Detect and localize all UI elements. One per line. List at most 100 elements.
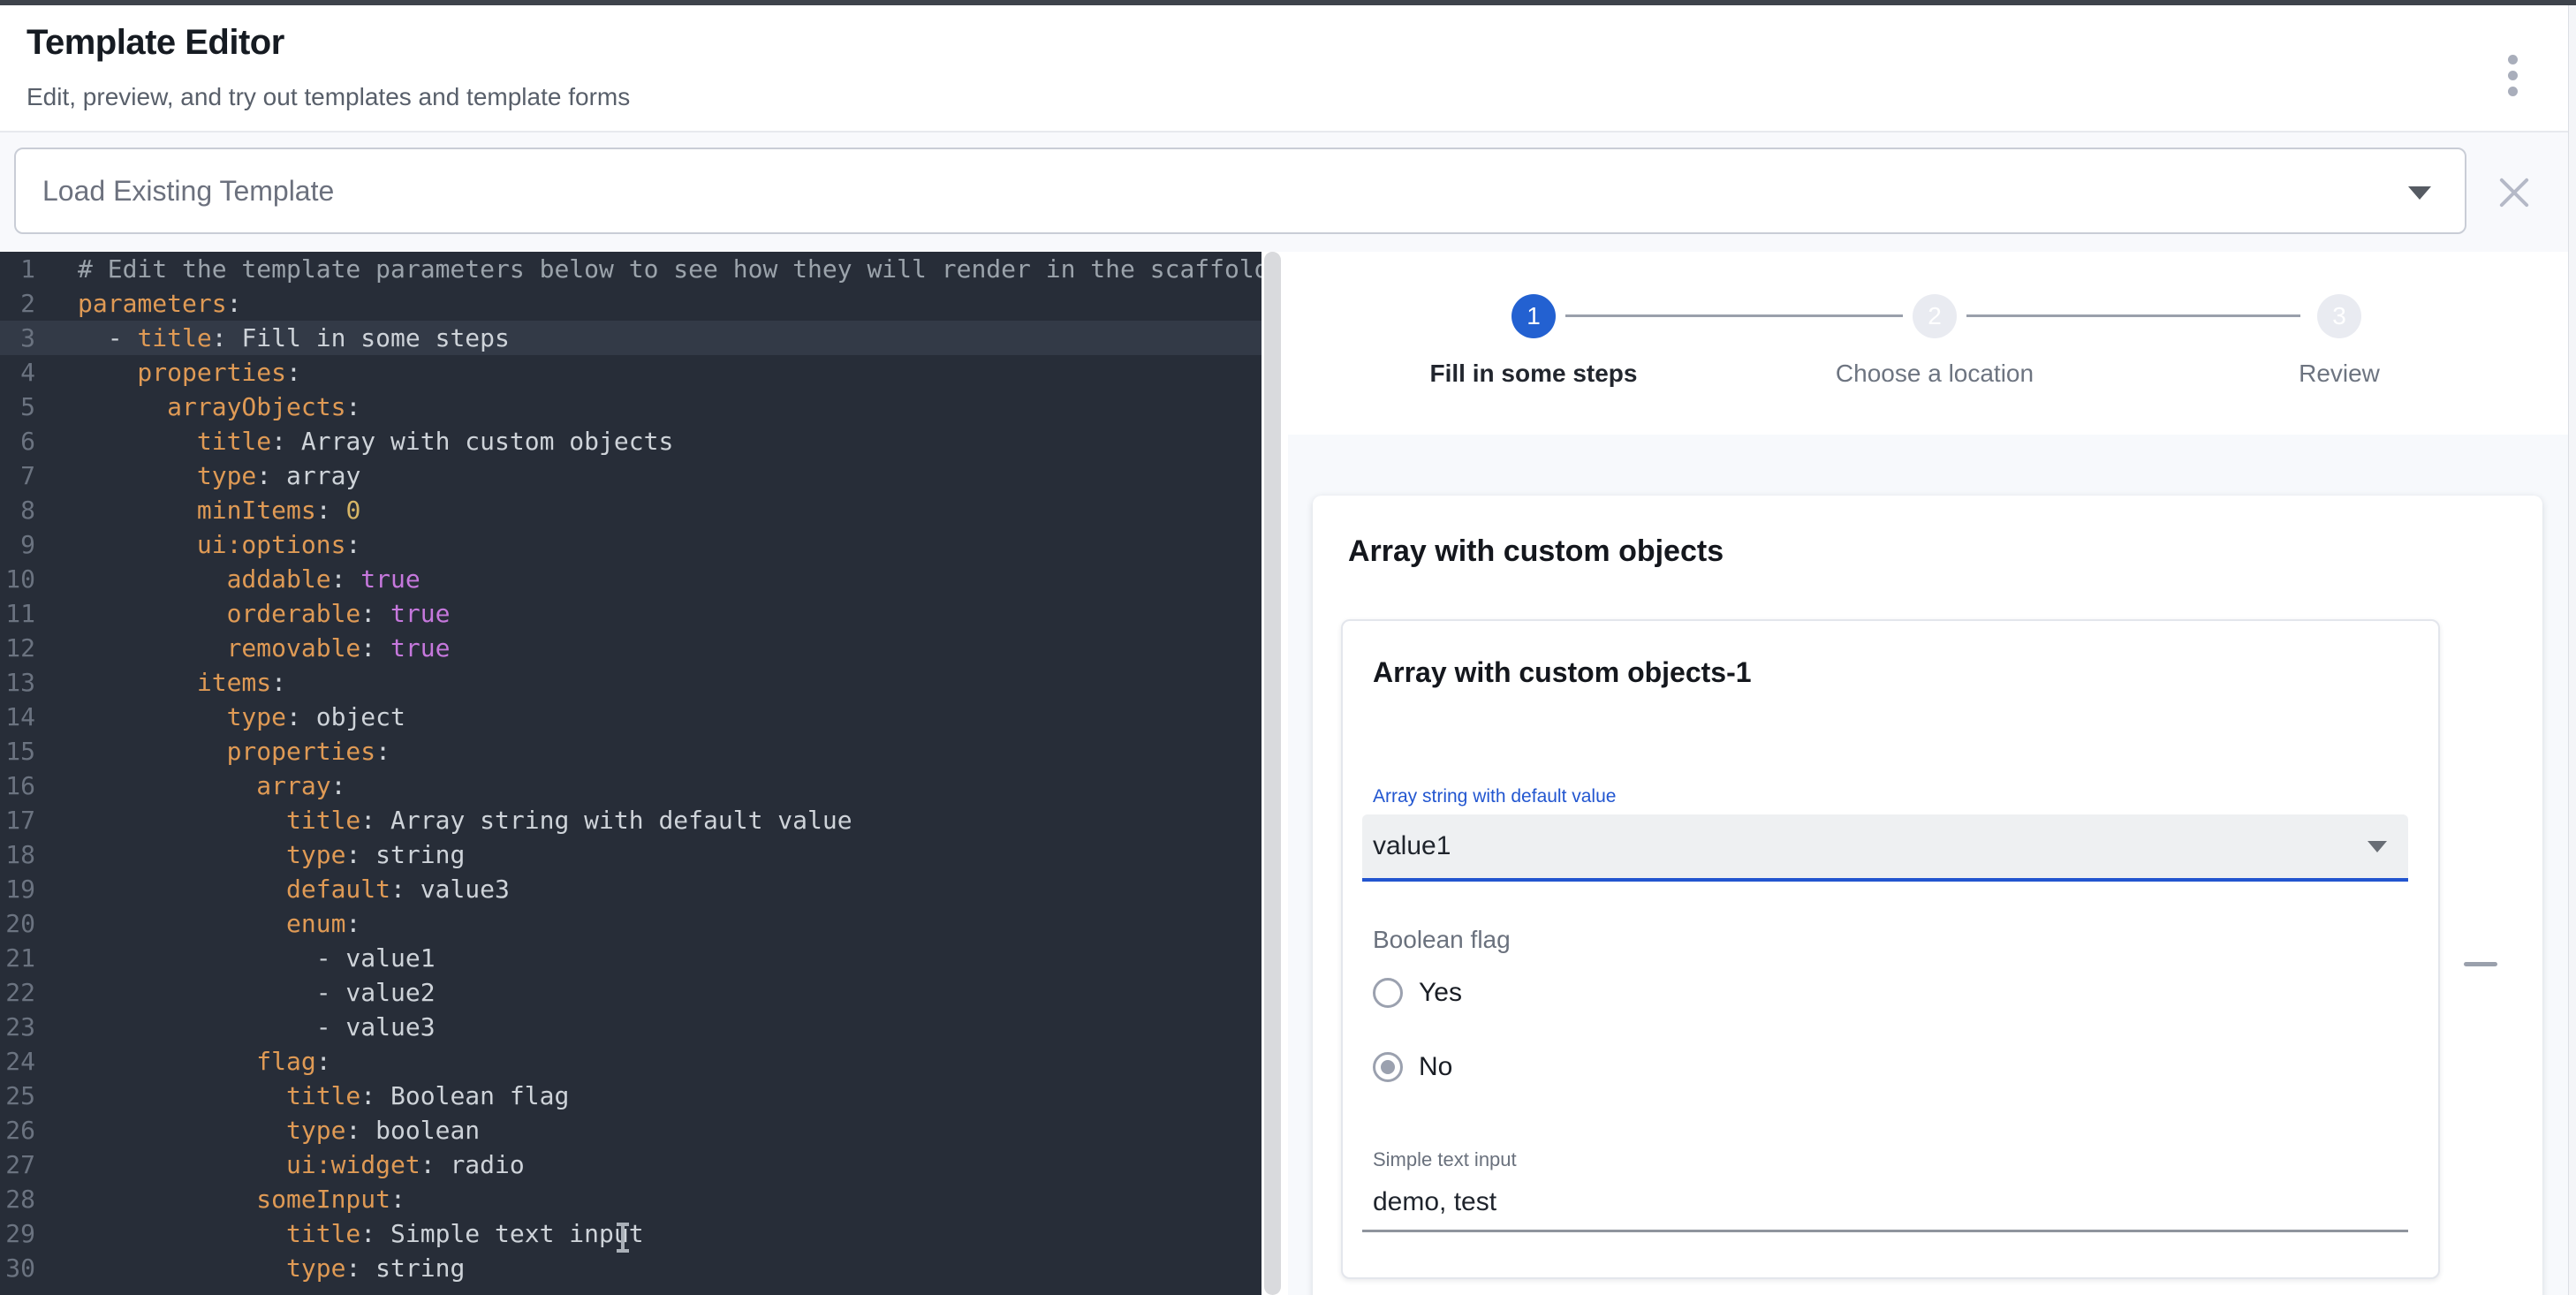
array-item-row: Array with custom objects-1 Array string… <box>1341 619 2521 1279</box>
array-string-select[interactable]: value1 <box>1362 814 2408 882</box>
line-number: 17 <box>0 803 35 837</box>
line-number: 29 <box>0 1216 35 1251</box>
form-stepper: 1Fill in some steps2Choose a location3Re… <box>1288 252 2568 435</box>
step-label-2: Choose a location <box>1758 360 2111 388</box>
step-circle-2: 2 <box>1913 294 1957 338</box>
code-line: 15 properties: <box>0 734 1261 769</box>
code-line: 30 type: string <box>0 1251 1261 1285</box>
dropdown-arrow-icon <box>2408 186 2431 200</box>
code-line: 21 - value1 <box>0 941 1261 975</box>
load-select-placeholder: Load Existing Template <box>42 175 334 208</box>
line-number: 5 <box>0 390 35 424</box>
line-number: 20 <box>0 906 35 941</box>
editor-scrollbar-thumb[interactable] <box>1264 252 1281 1295</box>
line-number: 19 <box>0 872 35 906</box>
line-number: 14 <box>0 700 35 734</box>
page-scrollbar[interactable] <box>2568 5 2576 1295</box>
line-number: 11 <box>0 596 35 631</box>
code-line: 26 type: boolean <box>0 1113 1261 1147</box>
remove-item-column <box>2440 619 2521 1279</box>
code-line: 7 type: array <box>0 458 1261 493</box>
line-number: 13 <box>0 665 35 700</box>
code-line: 9 ui:options: <box>0 527 1261 562</box>
line-number: 3 <box>0 321 35 355</box>
code-line: 6 title: Array with custom objects <box>0 424 1261 458</box>
line-number: 27 <box>0 1147 35 1182</box>
code-line: 29 title: Simple text input <box>0 1216 1261 1251</box>
load-existing-template-select[interactable]: Load Existing Template <box>14 148 2466 234</box>
code-line: 19 default: value3 <box>0 872 1261 906</box>
code-line: 17 title: Array string with default valu… <box>0 803 1261 837</box>
radio-unchecked-icon[interactable] <box>1373 978 1403 1008</box>
step-label-3: Review <box>2163 360 2516 388</box>
text-field-value[interactable]: demo, test <box>1373 1187 2408 1217</box>
line-number: 2 <box>0 286 35 321</box>
code-line: 1# Edit the template parameters below to… <box>0 252 1261 286</box>
code-line: 20 enum: <box>0 906 1261 941</box>
line-number: 28 <box>0 1182 35 1216</box>
select-field-value: value1 <box>1373 831 1451 861</box>
line-number: 8 <box>0 493 35 527</box>
line-number: 21 <box>0 941 35 975</box>
form-section-card: Array with custom objects Array with cus… <box>1313 496 2542 1295</box>
line-number: 10 <box>0 562 35 596</box>
line-number: 26 <box>0 1113 35 1147</box>
template-editor-page: Template Editor Edit, preview, and try o… <box>0 0 2576 1295</box>
line-number: 16 <box>0 769 35 803</box>
code-line: 18 type: string <box>0 837 1261 872</box>
code-line: 14 type: object <box>0 700 1261 734</box>
code-line: 2parameters: <box>0 286 1261 321</box>
chevron-down-icon <box>2368 841 2387 852</box>
line-number: 22 <box>0 975 35 1010</box>
simple-text-input-field: Simple text input demo, test <box>1362 1148 2408 1232</box>
code-line: 5 arrayObjects: <box>0 390 1261 424</box>
stepper-connector <box>1966 314 2300 317</box>
code-line: 22 - value2 <box>0 975 1261 1010</box>
code-line: 16 array: <box>0 769 1261 803</box>
line-number: 9 <box>0 527 35 562</box>
line-number: 23 <box>0 1010 35 1044</box>
text-field-underline <box>1362 1230 2408 1232</box>
radio-option-no[interactable]: No <box>1362 1048 2408 1087</box>
close-icon[interactable] <box>2496 175 2532 210</box>
remove-item-button[interactable] <box>2464 962 2497 966</box>
line-number: 15 <box>0 734 35 769</box>
step-circle-3: 3 <box>2317 294 2361 338</box>
load-template-section: Load Existing Template <box>0 133 2576 252</box>
radio-option-label: Yes <box>1419 978 1462 1008</box>
form-section-title: Array with custom objects <box>1348 534 2542 569</box>
line-number: 30 <box>0 1251 35 1285</box>
radio-option-yes[interactable]: Yes <box>1362 973 2408 1012</box>
step-circle-1: 1 <box>1512 294 1556 338</box>
select-field-label: Array string with default value <box>1373 786 2408 807</box>
yaml-code-editor[interactable]: 1# Edit the template parameters below to… <box>0 252 1261 1295</box>
text-field-label: Simple text input <box>1373 1148 2408 1171</box>
code-line: 23 - value3 <box>0 1010 1261 1044</box>
code-line: 24 flag: <box>0 1044 1261 1079</box>
line-number: 7 <box>0 458 35 493</box>
page-header: Template Editor Edit, preview, and try o… <box>0 5 2576 131</box>
array-string-select-field: Array string with default value value1 <box>1362 786 2408 882</box>
radio-checked-icon[interactable] <box>1373 1052 1403 1082</box>
line-number: 18 <box>0 837 35 872</box>
code-line: 8 minItems: 0 <box>0 493 1261 527</box>
line-number: 12 <box>0 631 35 665</box>
code-line: 25 title: Boolean flag <box>0 1079 1261 1113</box>
kebab-menu-icon[interactable] <box>2508 55 2518 96</box>
code-line: 10 addable: true <box>0 562 1261 596</box>
line-number: 6 <box>0 424 35 458</box>
array-item-title: Array with custom objects-1 <box>1373 656 2408 689</box>
code-line: 28 someInput: <box>0 1182 1261 1216</box>
code-line: 11 orderable: true <box>0 596 1261 631</box>
array-item-card: Array with custom objects-1 Array string… <box>1341 619 2440 1279</box>
text-cursor-pointer <box>621 1224 625 1251</box>
stepper-connector <box>1565 314 1903 317</box>
page-subtitle: Edit, preview, and try out templates and… <box>27 83 630 111</box>
template-preview-pane: 1Fill in some steps2Choose a location3Re… <box>1288 252 2568 1295</box>
radio-option-label: No <box>1419 1052 1452 1082</box>
line-number: 24 <box>0 1044 35 1079</box>
line-number: 25 <box>0 1079 35 1113</box>
code-line: 3 - title: Fill in some steps <box>0 321 1261 355</box>
line-number: 4 <box>0 355 35 390</box>
line-number: 1 <box>0 252 35 286</box>
